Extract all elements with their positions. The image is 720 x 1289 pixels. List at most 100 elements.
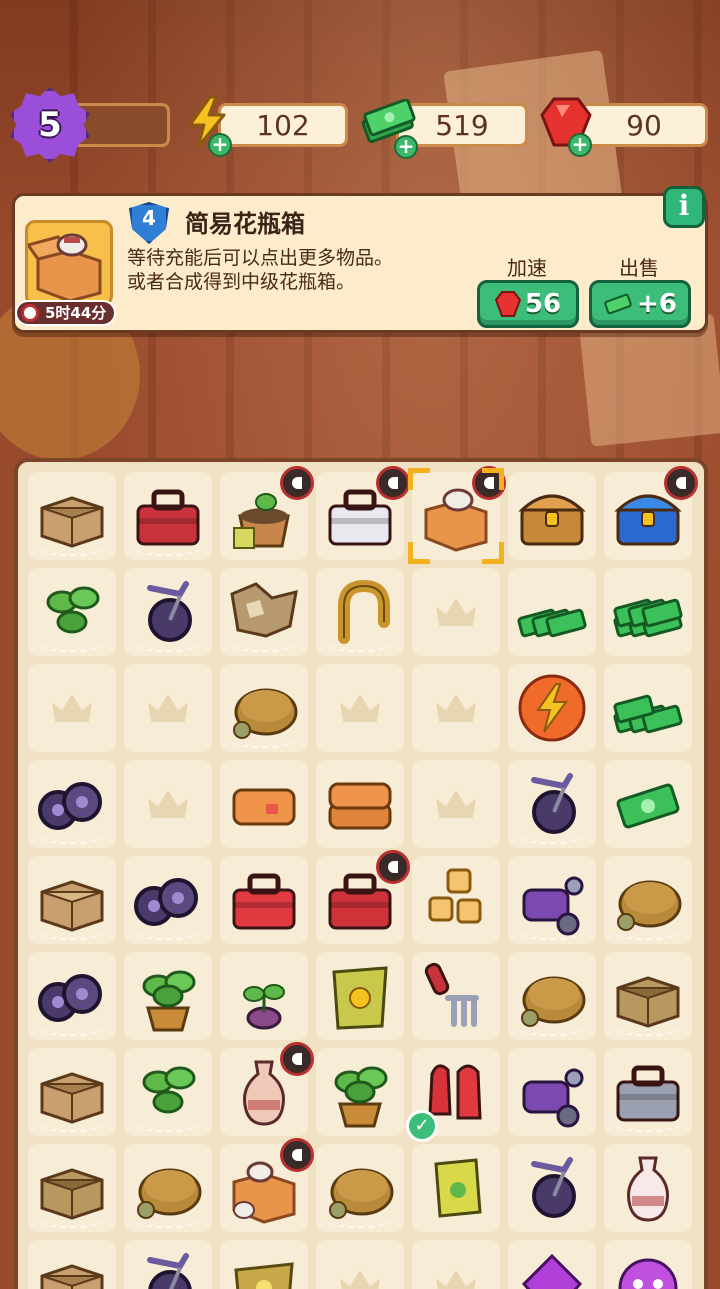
board-cell[interactable]: [124, 952, 212, 1040]
selection-bracket: [408, 542, 430, 564]
board-cell[interactable]: [28, 472, 116, 560]
board-cell[interactable]: [28, 952, 116, 1040]
board-cell-empty[interactable]: [412, 1240, 500, 1289]
board-cell[interactable]: [408, 466, 506, 564]
cash-stack-icon[interactable]: [514, 574, 590, 650]
board-cell[interactable]: [220, 952, 308, 1040]
board-cell[interactable]: [28, 760, 116, 848]
board-cell[interactable]: [412, 952, 500, 1040]
board-cell-empty[interactable]: [316, 1240, 404, 1289]
potted-plant-icon[interactable]: [130, 958, 206, 1034]
board-cell-empty[interactable]: [412, 760, 500, 848]
board-cell[interactable]: [316, 466, 410, 560]
board-cell[interactable]: [316, 760, 404, 848]
cardboard-box-icon[interactable]: [34, 1246, 110, 1289]
speedup-button[interactable]: 56: [477, 280, 579, 328]
board-cell[interactable]: [604, 1240, 692, 1289]
board-cell[interactable]: ✓: [406, 1048, 500, 1142]
board-cell[interactable]: [28, 1048, 116, 1136]
board-cell[interactable]: [220, 1240, 308, 1289]
red-toolbox-open-icon[interactable]: [226, 862, 302, 938]
board-cell[interactable]: [508, 856, 596, 944]
board-cell[interactable]: [220, 1042, 314, 1136]
board-cell-empty[interactable]: [124, 760, 212, 848]
cash-bill-icon[interactable]: [610, 766, 686, 842]
burlap-sack-icon[interactable]: [226, 1246, 302, 1289]
potted-sprout-icon[interactable]: [322, 1054, 398, 1130]
add-cash-icon[interactable]: +: [394, 135, 418, 159]
board-cell[interactable]: [28, 568, 116, 656]
glass-vase-icon[interactable]: [610, 1150, 686, 1226]
board-cell[interactable]: [124, 1240, 212, 1289]
board-cell[interactable]: [124, 472, 212, 560]
board-cell[interactable]: [316, 1144, 404, 1232]
purple-gem-icon[interactable]: [514, 1246, 590, 1289]
board-cell[interactable]: [220, 1138, 314, 1232]
board-cell[interactable]: [316, 952, 404, 1040]
add-energy-icon[interactable]: +: [208, 133, 232, 157]
purple-creature-icon[interactable]: [610, 1246, 686, 1289]
board-cell[interactable]: [124, 1144, 212, 1232]
board-cell[interactable]: [508, 1048, 596, 1136]
board-cell[interactable]: [316, 850, 410, 944]
cobweb-overlay: [516, 1018, 586, 1036]
board-cell-empty[interactable]: [412, 568, 500, 656]
board-cell[interactable]: [508, 568, 596, 656]
board-cell[interactable]: [508, 664, 596, 752]
board-cell-empty[interactable]: [412, 664, 500, 752]
board-cell[interactable]: [604, 856, 692, 944]
board-cell[interactable]: [28, 1144, 116, 1232]
board-cell[interactable]: [220, 664, 308, 752]
board-cell[interactable]: [604, 568, 692, 656]
cooldown-timer-icon: [664, 466, 698, 500]
sprout-icon[interactable]: [226, 958, 302, 1034]
treasure-chest-icon[interactable]: [514, 478, 590, 554]
board-cell[interactable]: [508, 1240, 596, 1289]
board-cell[interactable]: [604, 466, 698, 560]
energy-orb-icon[interactable]: [514, 670, 590, 746]
energy-counter[interactable]: 102: [218, 103, 348, 147]
add-gems-icon[interactable]: +: [568, 133, 592, 157]
selection-bracket: [408, 468, 430, 490]
sponge-cubes-icon[interactable]: [418, 862, 494, 938]
energy-value: 102: [256, 108, 310, 142]
board-cell[interactable]: [604, 1048, 692, 1136]
board-cell[interactable]: [508, 1144, 596, 1232]
board-cell-empty[interactable]: [28, 664, 116, 752]
board-cell-empty[interactable]: [124, 664, 212, 752]
board-cell[interactable]: [508, 472, 596, 560]
board-cell[interactable]: [316, 568, 404, 656]
board-cell[interactable]: [604, 952, 692, 1040]
seed-bag-icon[interactable]: [322, 958, 398, 1034]
cash-pile-icon[interactable]: [610, 574, 686, 650]
seed-packet-icon[interactable]: [418, 1150, 494, 1226]
board-cell[interactable]: [316, 1048, 404, 1136]
board-cell[interactable]: [412, 1144, 500, 1232]
orange-towel-icon[interactable]: [226, 766, 302, 842]
board-cell[interactable]: [220, 466, 314, 560]
board-cell-empty[interactable]: [316, 664, 404, 752]
board-cell[interactable]: [124, 568, 212, 656]
purple-bicycle-icon[interactable]: [514, 1150, 590, 1226]
board-cell[interactable]: [28, 1240, 116, 1289]
board-cell[interactable]: [604, 664, 692, 752]
board-cell[interactable]: [604, 760, 692, 848]
board-cell[interactable]: [28, 856, 116, 944]
info-button[interactable]: i: [663, 186, 705, 228]
board-cell[interactable]: [508, 952, 596, 1040]
orange-towels-icon[interactable]: [322, 766, 398, 842]
board-cell[interactable]: [604, 1144, 692, 1232]
board-cell[interactable]: [124, 1048, 212, 1136]
cash-bundle-icon[interactable]: [610, 670, 686, 746]
sell-button[interactable]: +6: [589, 280, 691, 328]
garden-fork-icon[interactable]: [418, 958, 494, 1034]
purple-motorbike-icon[interactable]: [514, 1054, 590, 1130]
purple-bicycle-icon[interactable]: [130, 1246, 206, 1289]
gem-counter[interactable]: 90: [580, 103, 708, 147]
board-cell[interactable]: [124, 856, 212, 944]
board-cell[interactable]: [220, 568, 308, 656]
board-cell[interactable]: [220, 760, 308, 848]
board-cell[interactable]: [412, 856, 500, 944]
board-cell[interactable]: [508, 760, 596, 848]
board-cell[interactable]: [220, 856, 308, 944]
